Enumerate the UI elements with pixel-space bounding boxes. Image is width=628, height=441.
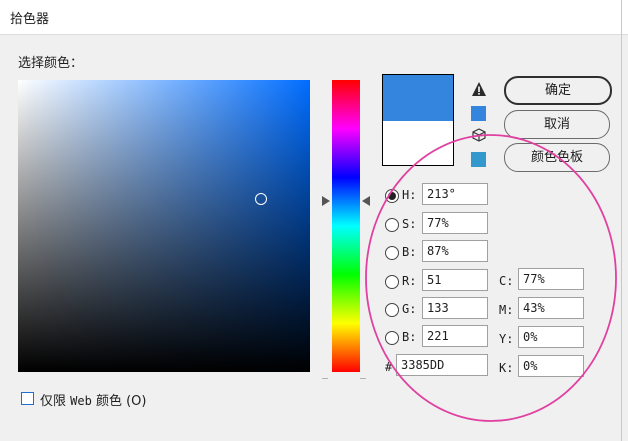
label-b: B: [402,245,417,259]
input-s[interactable]: 77% [422,212,488,234]
web-safe-color-swatch[interactable] [471,152,486,167]
radio-s[interactable] [385,218,399,232]
radio-b[interactable] [385,246,399,260]
select-color-label: 选择颜色： [18,56,84,71]
radio-g[interactable] [385,303,399,317]
gamut-color-swatch[interactable] [471,106,486,121]
input-k[interactable]: 0% [518,355,584,377]
new-color-swatch [383,75,453,121]
label-k: K: [499,361,514,375]
ok-button[interactable]: 确定 [504,76,612,105]
input-r[interactable]: 51 [422,269,488,291]
label-r: R: [402,274,417,288]
radio-h[interactable] [385,189,399,203]
color-field-cursor[interactable] [255,193,267,205]
web-colors-only-label: 仅限 Web 颜色 (O) [40,390,146,409]
window-border [621,0,622,441]
window-title: 拾色器 [10,12,50,27]
title-bar: 拾色器 [0,0,628,35]
label-g: G: [402,302,417,316]
current-color-swatch[interactable] [383,121,453,165]
input-m[interactable]: 43% [518,297,584,319]
input-b-rgb[interactable]: 221 [422,325,488,347]
color-preview [382,74,454,166]
hue-tick-left [322,378,328,379]
radio-b-rgb[interactable] [385,331,399,345]
web-colors-label-prefix: 仅限 [40,394,71,409]
input-hex[interactable]: 3385DD [396,354,488,376]
web-colors-only-checkbox[interactable] [21,392,34,405]
input-g[interactable]: 133 [422,297,488,319]
input-c[interactable]: 77% [518,268,584,290]
label-m: M: [499,303,514,317]
label-b-rgb: B: [402,330,417,344]
label-y: Y: [499,332,514,346]
label-s: S: [402,217,417,231]
input-b[interactable]: 87% [422,240,488,262]
radio-r[interactable] [385,275,399,289]
hue-tick-right [360,378,366,379]
hue-slider[interactable] [332,80,360,372]
web-colors-label-suffix: 颜色 (O) [91,394,147,409]
label-c: C: [499,274,514,288]
cube-icon[interactable] [472,128,486,142]
cancel-button[interactable]: 取消 [504,110,610,139]
label-hex: # [385,360,393,374]
hue-slider-handle-left[interactable] [322,196,330,206]
color-swatches-button[interactable]: 颜色色板 [504,143,610,172]
hue-slider-handle-right[interactable] [362,196,370,206]
input-y[interactable]: 0% [518,326,584,348]
web-colors-label-web: Web [70,394,92,408]
input-h[interactable]: 213° [422,183,488,205]
warning-triangle-icon[interactable] [471,81,487,97]
label-h: H: [402,188,417,202]
color-field[interactable] [18,80,310,372]
